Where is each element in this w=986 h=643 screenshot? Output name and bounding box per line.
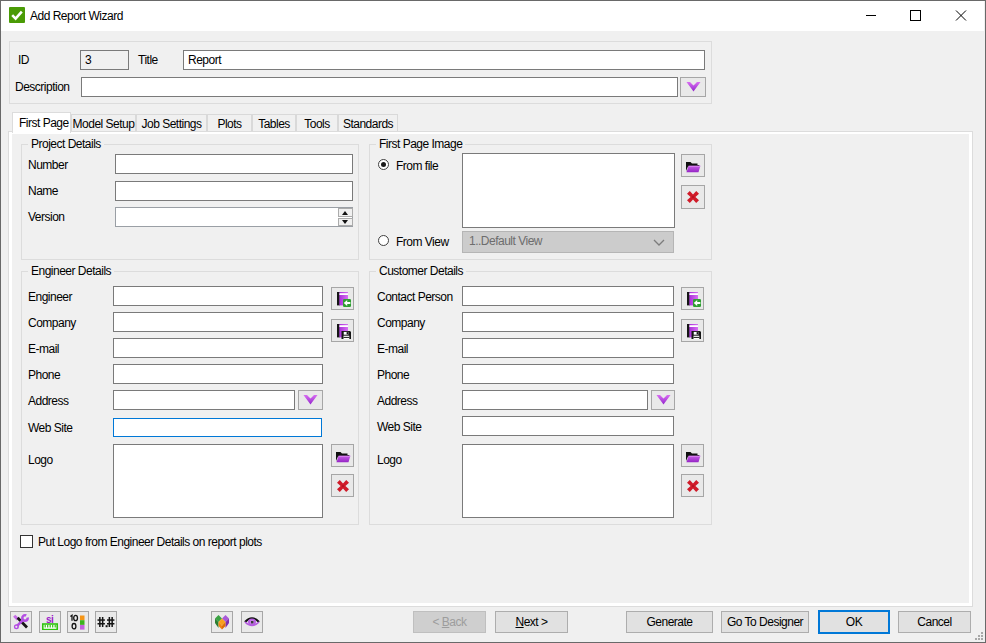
- svg-text:si: si: [46, 614, 54, 625]
